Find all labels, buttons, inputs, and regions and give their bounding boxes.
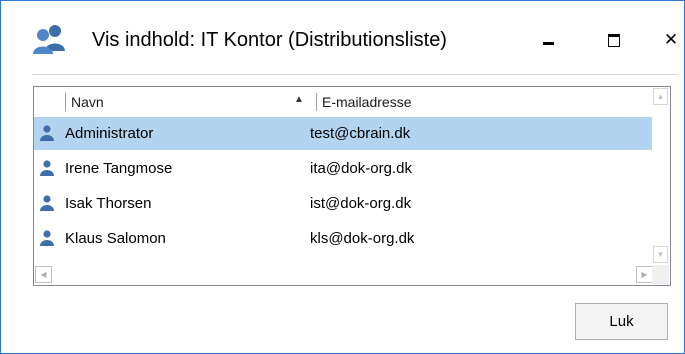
scrollbar-corner <box>652 265 669 284</box>
title-divider <box>32 74 678 75</box>
member-name: Irene Tangmose <box>65 160 173 177</box>
member-email: test@cbrain.dk <box>310 125 411 142</box>
close-button[interactable]: Luk <box>575 303 668 340</box>
close-window-button[interactable]: ✕ <box>651 21 685 59</box>
column-header-name[interactable]: Navn <box>71 94 104 110</box>
maximize-icon <box>608 33 620 47</box>
list-row[interactable]: Isak Thorsen ist@dok-org.dk <box>34 187 652 220</box>
member-email: kls@dok-org.dk <box>310 230 415 247</box>
member-list[interactable]: Navn ▲ E-mailadresse Administrator test@… <box>33 86 671 286</box>
person-icon <box>40 125 54 141</box>
window-title: Vis indhold: IT Kontor (Distributionslis… <box>92 29 447 51</box>
member-email: ita@dok-org.dk <box>310 160 412 177</box>
person-icon <box>40 195 54 211</box>
minimize-button[interactable] <box>528 21 568 59</box>
person-icon <box>40 230 54 246</box>
scroll-down-button[interactable]: ▼ <box>653 246 668 263</box>
title-bar[interactable]: Vis indhold: IT Kontor (Distributionslis… <box>1 1 684 65</box>
member-name: Klaus Salomon <box>65 230 166 247</box>
column-header: Navn ▲ E-mailadresse <box>34 87 652 115</box>
chevron-up-icon: ▲ <box>656 92 665 101</box>
member-name: Administrator <box>65 125 154 142</box>
maximize-button[interactable] <box>594 21 634 59</box>
horizontal-scrollbar[interactable]: ◀ ▶ <box>34 265 653 284</box>
column-header-email[interactable]: E-mailadresse <box>322 94 411 110</box>
chevron-left-icon: ◀ <box>40 270 47 279</box>
vertical-scrollbar[interactable]: ▲ ▼ <box>652 87 669 265</box>
column-divider[interactable] <box>65 93 66 111</box>
member-name: Isak Thorsen <box>65 195 152 212</box>
chevron-down-icon: ▼ <box>656 250 665 259</box>
scroll-up-button[interactable]: ▲ <box>653 88 668 105</box>
list-row[interactable]: Irene Tangmose ita@dok-org.dk <box>34 152 652 185</box>
person-icon <box>40 160 54 176</box>
scroll-right-button[interactable]: ▶ <box>636 266 653 283</box>
sort-ascending-icon: ▲ <box>294 94 304 105</box>
column-divider[interactable] <box>316 93 317 111</box>
list-row[interactable]: Administrator test@cbrain.dk <box>34 117 652 150</box>
minimize-icon <box>542 41 554 45</box>
chevron-right-icon: ▶ <box>641 270 648 279</box>
close-icon: ✕ <box>663 30 679 49</box>
people-group-icon <box>33 25 65 54</box>
dialog-window: Vis indhold: IT Kontor (Distributionslis… <box>0 0 685 354</box>
scroll-left-button[interactable]: ◀ <box>35 266 52 283</box>
member-email: ist@dok-org.dk <box>310 195 412 212</box>
list-row[interactable]: Klaus Salomon kls@dok-org.dk <box>34 222 652 255</box>
